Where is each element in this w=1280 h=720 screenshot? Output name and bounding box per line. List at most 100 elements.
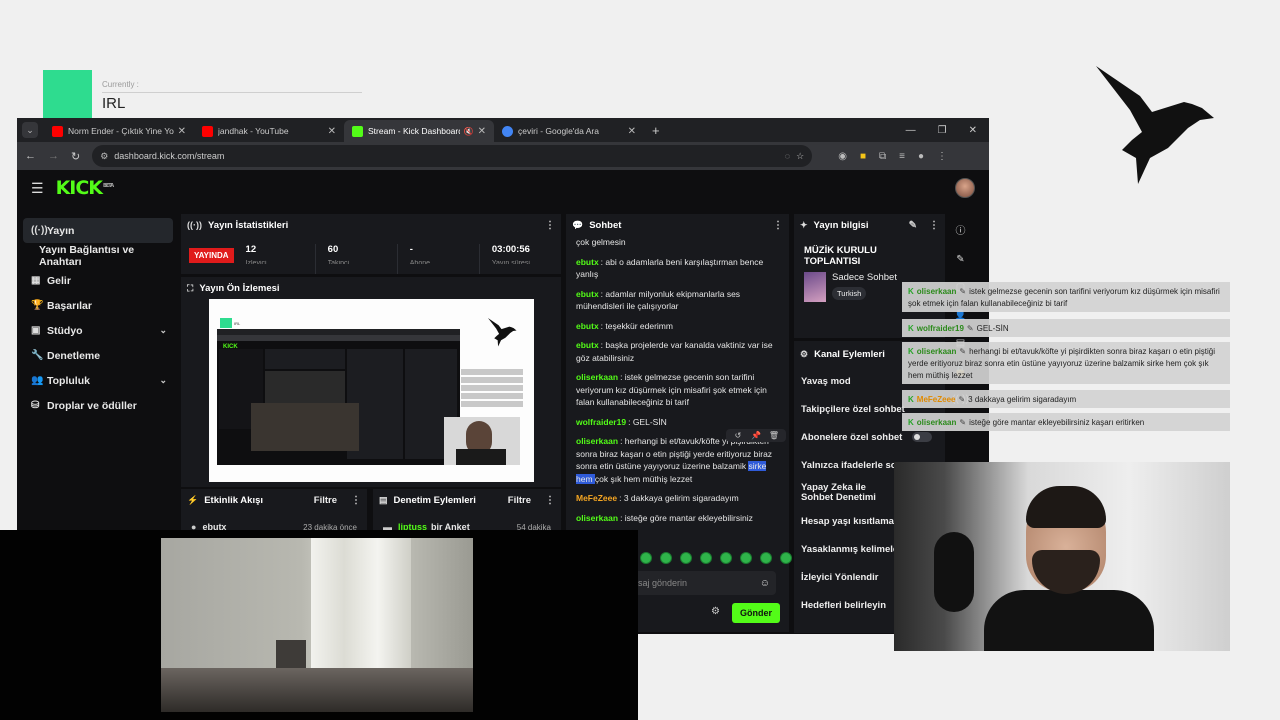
chat-message: ebutx: adamlar milyonluk ekipmanlarla se… [576,288,741,312]
extension-yellow-icon[interactable]: ■ [860,151,866,162]
tab-jandhak[interactable]: jandhak - YouTube ✕ [194,120,344,142]
chat-message-highlighted[interactable]: oliserkaan: herhangi bi et/tavuk/köfte y… [576,435,779,485]
info-icon[interactable]: ⓘ [956,222,966,237]
studio-icon: ▣ [31,325,41,336]
close-icon[interactable]: ✕ [478,126,486,137]
youtube-icon [202,125,213,137]
chat-title: Sohbet [589,219,622,231]
sidebar-item-stream-key[interactable]: Yayın Bağlantısı ve Anahtarı [23,243,173,268]
kebab-menu-icon[interactable]: ⋮ [351,495,361,506]
send-button[interactable]: Gönder [732,603,780,623]
subs-only-toggle[interactable] [912,432,933,442]
new-tab-button[interactable]: + [652,123,660,138]
trash-icon[interactable]: 🗑 [766,431,782,440]
emote-icon[interactable] [720,552,732,564]
emote-icon[interactable] [640,552,652,564]
action-ai-moderation[interactable]: Yapay Zeka ile Sohbet Denetimi [794,479,899,507]
forward-icon[interactable]: → [48,150,59,162]
dashboard-sidebar: ((·)) Yayın Yayın Bağlantısı ve Anahtarı … [23,218,173,418]
chat-settings-icon[interactable]: ⚙ [711,606,720,617]
emote-icon[interactable] [680,552,692,564]
tab-google-search[interactable]: çeviri - Google'da Ara ✕ [494,120,644,142]
google-icon [502,125,513,137]
extension-bulb-icon[interactable]: ◉ [838,151,847,162]
sidebar-item-denetleme[interactable]: 🔧 Denetleme [23,343,173,368]
actions-title: Kanal Eylemleri [814,348,885,360]
tab-kick-dashboard[interactable]: Stream - Kick Dashboard 🔇 ✕ [344,120,494,142]
chat-message: oliserkaan: isteğe göre mantar ekleyebil… [576,512,753,523]
profile-icon[interactable]: ● [918,151,924,162]
sidebar-item-basarilar[interactable]: 🏆 Başarılar [23,293,173,318]
emote-icon[interactable] [760,552,772,564]
overlay-divider [102,92,362,93]
chat-message: wolfraider19: GEL-SİN [576,416,667,427]
close-icon[interactable]: ✕ [628,126,636,137]
sidebar-item-yayin[interactable]: ((·)) Yayın [23,218,173,243]
chat-message: ebutx: teşekkür ederimm [576,320,673,331]
mute-icon[interactable]: 🔇 [464,127,474,136]
info-title: Yayın bilgisi [813,219,869,231]
kick-badge-icon: K [908,347,914,356]
emote-icon[interactable] [740,552,752,564]
kick-badge-icon: K [908,324,914,333]
extensions-puzzle-icon[interactable]: ⧉ [879,151,886,162]
edit-icon[interactable]: ✎ [909,220,917,231]
message-tools: ↺ 📌 🗑 [726,429,786,442]
url-bar[interactable]: ⚙ dashboard.kick.com/stream ◌ ☆ [92,145,813,167]
stream-title: MÜZİK KURULU TOPLANTISI [804,245,877,267]
kick-badge-icon: K [908,395,914,404]
mod-filter-button[interactable]: Filtre [508,495,531,506]
site-info-icon[interactable]: ⚙ [100,151,108,162]
activity-filter-button[interactable]: Filtre [314,495,337,506]
overlay-chat-message: Koliserkaan ✎ isteğe göre mantar ekleyebil… [902,413,1230,431]
close-icon[interactable]: ✕ [328,126,336,137]
emoji-icon[interactable]: ☺ [760,578,770,589]
tab-norm-ender[interactable]: Norm Ender - Çıktık Yine Yollar ✕ [44,120,194,142]
window-close-icon[interactable]: ✕ [969,125,977,136]
minimize-icon[interactable]: — [906,125,916,136]
eye-off-icon[interactable]: ◌ [785,151,790,161]
tab-search-button[interactable]: ⌄ [22,122,38,138]
media-control-icon[interactable]: ≡ [899,151,905,162]
pencil-badge-icon: ✎ [959,418,967,427]
sidebar-item-topluluk[interactable]: 👥 Topluluk ⌄ [23,368,173,393]
stats-title: Yayın İstatistikleri [208,219,289,231]
kebab-menu-icon[interactable]: ⋮ [929,220,939,231]
kebab-menu-icon[interactable]: ⋮ [545,220,555,231]
overlay-category: IRL [102,95,126,112]
overlay-currently-label: Currently : [102,80,139,89]
reply-icon[interactable]: ↺ [730,431,746,440]
kebab-menu-icon[interactable]: ⋮ [773,220,783,231]
emote-icon[interactable] [660,552,672,564]
sidebar-item-gelir[interactable]: ▦ Gelir [23,268,173,293]
browser-menu-icon[interactable]: ⋮ [937,151,947,162]
pencil-icon[interactable]: ✎ [956,254,964,265]
sidebar-item-droplar[interactable]: ⛁ Droplar ve ödüller [23,393,173,418]
kebab-menu-icon[interactable]: ⋮ [545,495,555,506]
sidebar-item-studyo[interactable]: ▣ Stüdyo ⌄ [23,318,173,343]
maximize-icon[interactable]: ❐ [938,125,947,136]
overlay-chat-message: Koliserkaan ✎ istek gelmezse gecenin son t… [902,282,1230,312]
emote-icon[interactable] [700,552,712,564]
close-icon[interactable]: ✕ [178,126,186,137]
reload-icon[interactable]: ↻ [71,150,80,163]
bookmark-star-icon[interactable]: ☆ [796,151,804,162]
stat-subs: - Abone [396,244,479,274]
hamburger-menu-icon[interactable]: ☰ [31,180,44,197]
chat-message: MeFeZeee: 3 dakkaya gelirim sigaradayım [576,493,739,503]
emote-icon[interactable] [780,552,792,564]
pencil-badge-icon: ✎ [966,324,974,333]
user-avatar[interactable] [955,178,975,198]
back-icon[interactable]: ← [25,150,36,162]
kick-logo[interactable]: KICKBETA [56,177,115,199]
stat-uptime: 03:00:56 Yayın süresi [478,244,561,274]
overlay-accent-block [43,70,92,118]
chat-message: oliserkaan: istek gelmezse gecenin son t… [576,372,767,407]
moderation-icon: ▤ [379,494,388,505]
chat-message-input[interactable]: saj gönderin ☺ [634,571,776,595]
kick-badge-icon: K [908,287,914,296]
stream-preview-video[interactable]: IRL KICK [209,299,534,482]
trophy-icon: 🏆 [31,300,44,311]
pin-icon[interactable]: 📌 [748,431,764,440]
community-icon: 👥 [31,375,44,386]
